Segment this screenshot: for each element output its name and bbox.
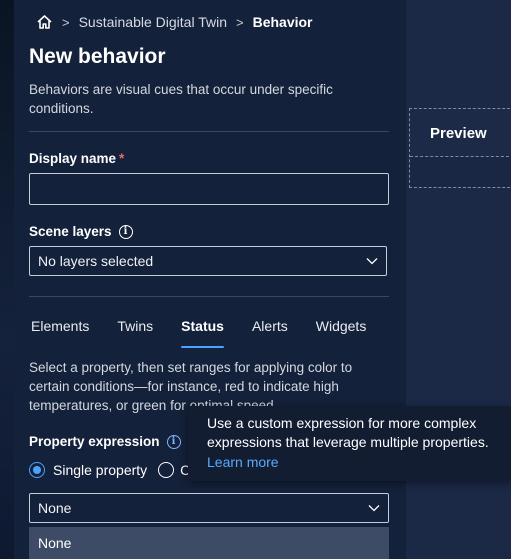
- custom-expression-tooltip: Use a custom expression for more complex…: [188, 406, 511, 481]
- preview-divider: [410, 156, 511, 157]
- tab-twins[interactable]: Twins: [117, 318, 153, 342]
- chevron-down-icon: [368, 505, 380, 512]
- chevron-right-icon: >: [62, 14, 70, 30]
- tooltip-text: Use a custom expression for more complex…: [207, 415, 489, 450]
- page-title: New behavior: [29, 45, 166, 68]
- breadcrumb-item-current: Behavior: [252, 14, 313, 30]
- scene-layers-value: No layers selected: [38, 253, 154, 269]
- background-left: [0, 0, 14, 559]
- info-icon[interactable]: i: [166, 434, 181, 449]
- scene-layers-label: Scene layers i: [29, 224, 133, 239]
- divider: [29, 131, 389, 132]
- chevron-down-icon: [366, 258, 378, 265]
- scene-layers-select[interactable]: No layers selected: [29, 246, 387, 276]
- property-dropdown-option[interactable]: None: [29, 527, 389, 559]
- learn-more-link[interactable]: Learn more: [207, 453, 499, 472]
- tab-widgets[interactable]: Widgets: [316, 318, 367, 342]
- property-select-value: None: [38, 500, 72, 516]
- tab-alerts[interactable]: Alerts: [252, 318, 288, 342]
- chevron-right-icon: >: [235, 14, 244, 30]
- property-expression-radio-group: Single property C: [29, 462, 190, 478]
- radio-single-property[interactable]: [29, 462, 45, 478]
- breadcrumb-item-twin[interactable]: Sustainable Digital Twin: [79, 14, 227, 30]
- home-icon[interactable]: [36, 14, 53, 30]
- property-select[interactable]: None: [29, 493, 389, 523]
- preview-button[interactable]: Preview: [430, 125, 487, 142]
- display-name-label: Display name *: [29, 151, 125, 166]
- radio-custom-expression[interactable]: [158, 462, 175, 478]
- behavior-tabs: Elements Twins Status Alerts Widgets: [29, 318, 394, 348]
- info-icon[interactable]: i: [118, 224, 133, 239]
- page-description: Behaviors are visual cues that occur und…: [29, 82, 333, 116]
- breadcrumb: > Sustainable Digital Twin > Behavior: [36, 12, 313, 32]
- tab-elements[interactable]: Elements: [31, 318, 89, 342]
- dropdown-option-label: None: [38, 535, 72, 551]
- divider: [29, 296, 389, 297]
- radio-single-property-label[interactable]: Single property: [53, 462, 147, 478]
- display-name-input[interactable]: [29, 173, 389, 205]
- property-expression-label: Property expression i: [29, 434, 181, 449]
- required-mark: *: [119, 151, 125, 166]
- preview-lower: [410, 157, 511, 187]
- preview-panel: Preview: [409, 108, 511, 188]
- tab-status[interactable]: Status: [181, 318, 224, 348]
